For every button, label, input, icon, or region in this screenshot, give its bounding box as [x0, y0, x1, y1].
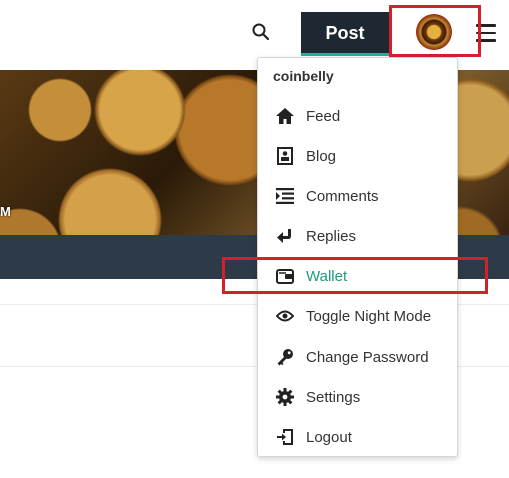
menu-item-blog[interactable]: Blog: [258, 141, 457, 171]
menu-item-label: Logout: [306, 428, 352, 446]
reply-icon: [275, 226, 295, 246]
menu-item-label: Replies: [306, 227, 357, 245]
eye-icon: [275, 306, 295, 326]
menu-item-label: Toggle Night Mode: [306, 307, 432, 325]
menu-item-feed[interactable]: Feed: [258, 101, 457, 131]
comments-icon: [275, 186, 295, 206]
menu-item-label: Comments: [306, 187, 379, 205]
post-button[interactable]: Post: [301, 12, 389, 56]
wallet-highlight-box: [222, 257, 488, 294]
menu-item-replies[interactable]: Replies: [258, 221, 457, 251]
menu-item-comments[interactable]: Comments: [258, 181, 457, 211]
menu-item-toggle-night-mode[interactable]: Toggle Night Mode: [258, 301, 457, 331]
avatar-highlight-box: [389, 5, 481, 57]
menu-item-label: Feed: [306, 107, 341, 125]
gear-icon: [275, 387, 295, 407]
search-icon[interactable]: [251, 22, 271, 42]
menu-item-label: Change Password: [306, 348, 429, 366]
menu-item-logout[interactable]: Logout: [258, 422, 457, 452]
menu-item-label: Settings: [306, 388, 361, 406]
logout-icon: [275, 427, 295, 447]
menu-item-settings[interactable]: Settings: [258, 382, 457, 412]
menu-item-change-password[interactable]: Change Password: [258, 342, 457, 372]
home-icon: [275, 106, 295, 126]
menu-item-label: Blog: [306, 147, 337, 165]
dropdown-username[interactable]: coinbelly: [273, 68, 334, 84]
cover-text: M: [0, 204, 11, 219]
blog-icon: [275, 146, 295, 166]
key-icon: [275, 347, 295, 367]
